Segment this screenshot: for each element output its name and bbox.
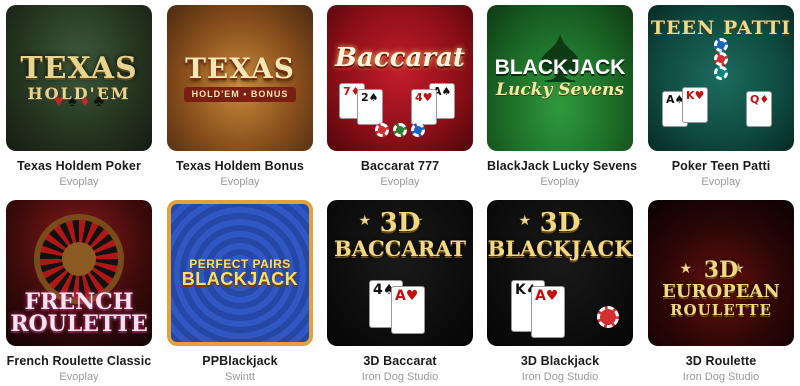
game-provider: Evoplay <box>220 176 260 188</box>
game-thumbnail[interactable]: ♠ BLACKJACK Lucky Sevens <box>487 5 633 151</box>
game-logo: 3D BACCARAT <box>334 210 466 259</box>
game-thumbnail[interactable]: FRENCH ROULETTE <box>6 200 152 346</box>
game-tile-3d-roulette[interactable]: ★ ★ 3D EUROPEAN ROULETTE 3D Roulette Iro… <box>648 200 794 383</box>
playing-card: K♥ <box>682 87 708 123</box>
game-title[interactable]: French Roulette Classic <box>6 354 152 368</box>
game-thumbnail[interactable]: Baccarat 7♦ 2♠ A♠ 4♥ <box>327 5 473 151</box>
game-provider: Evoplay <box>59 371 99 383</box>
chips-icon <box>714 37 728 80</box>
logo-line-1: 3D <box>539 208 581 238</box>
playing-card: 2♠ <box>357 89 383 125</box>
game-provider: Iron Dog Studio <box>682 371 760 383</box>
game-title[interactable]: BlackJack Lucky Sevens <box>487 159 637 173</box>
logo-line-1: BLACKJACK <box>494 56 626 79</box>
game-provider: Evoplay <box>540 176 580 188</box>
game-thumbnail[interactable]: ★ ★ 3D EUROPEAN ROULETTE <box>648 200 794 346</box>
game-logo: 3D BLACKJACK <box>488 210 633 259</box>
game-tile-3d-blackjack[interactable]: ★ ★ 3D BLACKJACK K♠ A♥ 3D Blackjack Iron… <box>487 200 633 383</box>
game-thumbnail[interactable]: TEXAS HOLD'EM • BONUS <box>167 5 313 151</box>
chips-icon <box>327 123 473 137</box>
game-tile-poker-teen-patti[interactable]: TEEN PATTI A♠ K♥ Q♦ Poker Teen Patti Evo… <box>648 5 794 188</box>
logo-line-1: 3D <box>379 208 421 238</box>
game-logo: PERFECT PAIRS BLACKJACK <box>182 258 299 288</box>
game-title[interactable]: Texas Holdem Bonus <box>167 159 313 173</box>
chips-icon <box>597 306 619 328</box>
game-tile-french-roulette-classic[interactable]: FRENCH ROULETTE French Roulette Classic … <box>6 200 152 383</box>
game-logo: BLACKJACK Lucky Sevens <box>495 57 626 99</box>
game-title[interactable]: Poker Teen Patti <box>648 159 794 173</box>
playing-card: Q♦ <box>746 91 772 127</box>
playing-card: A♥ <box>391 286 425 334</box>
game-title[interactable]: Baccarat 777 <box>327 159 473 173</box>
game-thumbnail[interactable]: ★ ★ 3D BLACKJACK K♠ A♥ <box>487 200 633 346</box>
game-thumbnail[interactable]: TEEN PATTI A♠ K♥ Q♦ <box>648 5 794 151</box>
game-title[interactable]: 3D Baccarat <box>327 354 473 368</box>
playing-card: A♥ <box>531 286 565 338</box>
game-thumbnail[interactable]: TEXAS HOLD'EM ♥ ♠ ♦ ♣ <box>6 5 152 151</box>
logo-line-2: BLACKJACK <box>487 236 633 261</box>
suits-icon: ♥ ♠ ♦ ♣ <box>53 93 105 110</box>
game-provider: Evoplay <box>701 176 741 188</box>
game-tile-baccarat-777[interactable]: Baccarat 7♦ 2♠ A♠ 4♥ Baccarat 777 Evopla… <box>327 5 473 188</box>
logo-line-2: BLACKJACK <box>181 269 299 289</box>
game-logo: TEXAS HOLD'EM • BONUS <box>183 51 297 102</box>
game-provider: Evoplay <box>380 176 420 188</box>
logo-line-2: Lucky Sevens <box>496 80 624 100</box>
logo-line-2: HOLD'EM • BONUS <box>183 86 297 102</box>
logo-line-2: EUROPEAN <box>662 280 780 302</box>
game-thumbnail[interactable]: ★ ★ 3D BACCARAT 4♠ A♥ <box>327 200 473 346</box>
game-provider: Iron Dog Studio <box>521 371 599 383</box>
game-logo: Baccarat <box>335 45 465 71</box>
logo-line-1: FRENCH <box>24 289 134 315</box>
game-provider: Swintt <box>225 371 255 383</box>
game-logo: FRENCH ROULETTE <box>10 291 148 335</box>
logo-line-3: ROULETTE <box>670 300 772 319</box>
game-title[interactable]: PPBlackjack <box>167 354 313 368</box>
game-logo: TEEN PATTI <box>650 16 792 39</box>
logo-line-2: ROULETTE <box>10 311 148 337</box>
logo-line-1: TEXAS <box>20 51 138 86</box>
game-provider: Iron Dog Studio <box>361 371 439 383</box>
game-tile-ppblackjack[interactable]: PERFECT PAIRS BLACKJACK PPBlackjack Swin… <box>167 200 313 383</box>
logo-line-2: BACCARAT <box>334 236 466 261</box>
logo-line-1: Baccarat <box>335 43 465 73</box>
game-tile-texas-holdem-poker[interactable]: TEXAS HOLD'EM ♥ ♠ ♦ ♣ Texas Holdem Poker… <box>6 5 152 188</box>
game-tile-3d-baccarat[interactable]: ★ ★ 3D BACCARAT 4♠ A♥ 3D Baccarat Iron D… <box>327 200 473 383</box>
game-tile-texas-holdem-bonus[interactable]: TEXAS HOLD'EM • BONUS Texas Holdem Bonus… <box>167 5 313 188</box>
game-provider: Evoplay <box>59 176 99 188</box>
logo-line-1: TEXAS <box>185 51 295 85</box>
game-tile-blackjack-lucky-sevens[interactable]: ♠ BLACKJACK Lucky Sevens BlackJack Lucky… <box>487 5 637 188</box>
game-title[interactable]: 3D Roulette <box>648 354 794 368</box>
game-title[interactable]: 3D Blackjack <box>487 354 633 368</box>
logo-line-1: 3D <box>703 256 739 283</box>
game-title[interactable]: Texas Holdem Poker <box>6 159 152 173</box>
playing-card: 4♥ <box>411 89 437 125</box>
game-thumbnail[interactable]: PERFECT PAIRS BLACKJACK <box>167 200 313 346</box>
game-logo: 3D EUROPEAN ROULETTE <box>662 259 780 318</box>
logo-line-1: TEEN PATTI <box>650 16 792 39</box>
